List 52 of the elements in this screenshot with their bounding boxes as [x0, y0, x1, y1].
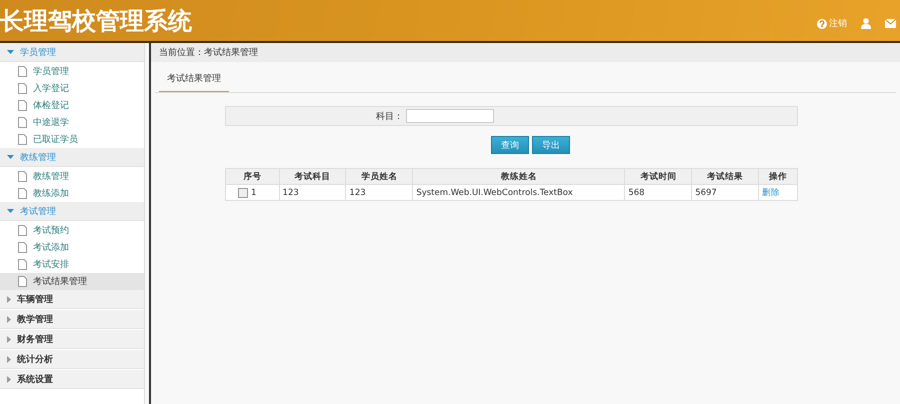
table-cell: System.Web.UI.WebControls.TextBox	[412, 184, 625, 200]
menu-group[interactable]: 财务管理	[0, 330, 144, 349]
document-icon	[18, 134, 27, 145]
table-cell: 123	[346, 184, 413, 200]
menu-group[interactable]: 教练管理	[0, 148, 144, 167]
document-icon	[18, 66, 27, 77]
column-header: 教练姓名	[412, 168, 625, 184]
caret-icon	[7, 356, 11, 362]
document-icon	[18, 100, 27, 111]
user-icon[interactable]	[861, 18, 871, 29]
menu-group[interactable]: 车辆管理	[0, 290, 144, 309]
app-title: 长理驾校管理系统	[0, 6, 192, 36]
caret-icon	[7, 155, 14, 159]
menu-group[interactable]: 教学管理	[0, 310, 144, 329]
caret-icon	[7, 316, 11, 322]
document-icon	[18, 242, 27, 253]
caret-icon	[7, 50, 14, 54]
caret-icon	[7, 376, 11, 382]
table-cell: 1	[251, 188, 256, 198]
help-icon	[817, 18, 827, 28]
query-button[interactable]: 查询	[491, 136, 529, 154]
menu-item[interactable]: 考试结果管理	[0, 273, 144, 290]
mail-icon[interactable]	[885, 19, 896, 28]
column-header: 学员姓名	[346, 168, 413, 184]
caret-icon	[7, 209, 14, 213]
menu-group[interactable]: 统计分析	[0, 350, 144, 369]
document-icon	[18, 83, 27, 94]
subject-input-field[interactable]	[406, 109, 494, 123]
caret-icon	[7, 296, 11, 302]
table-cell: 123	[279, 184, 346, 200]
field-label: 科目：	[376, 110, 403, 122]
column-header: 序号	[226, 168, 280, 184]
column-header: 考试时间	[624, 168, 692, 184]
column-header: 操作	[758, 168, 798, 184]
document-icon	[18, 225, 27, 236]
document-icon	[18, 117, 27, 128]
table-cell: 5697	[692, 184, 759, 200]
tab[interactable]: 考试结果管理	[159, 68, 229, 92]
export-button[interactable]: 导出	[532, 136, 570, 154]
document-icon	[18, 259, 27, 270]
document-icon	[18, 171, 27, 182]
document-icon	[18, 276, 27, 287]
row-checkbox[interactable]	[238, 188, 248, 198]
breadcrumb: 当前位置：考试结果管理	[159, 46, 258, 59]
caret-icon	[7, 336, 11, 342]
document-icon	[18, 188, 27, 199]
menu-group[interactable]: 学员管理	[0, 43, 144, 62]
column-header: 考试结果	[692, 168, 759, 184]
menu-group[interactable]: 考试管理	[0, 202, 144, 221]
table-cell: 568	[624, 184, 692, 200]
menu-group[interactable]: 系统设置	[0, 370, 144, 389]
column-header: 考试科目	[279, 168, 346, 184]
